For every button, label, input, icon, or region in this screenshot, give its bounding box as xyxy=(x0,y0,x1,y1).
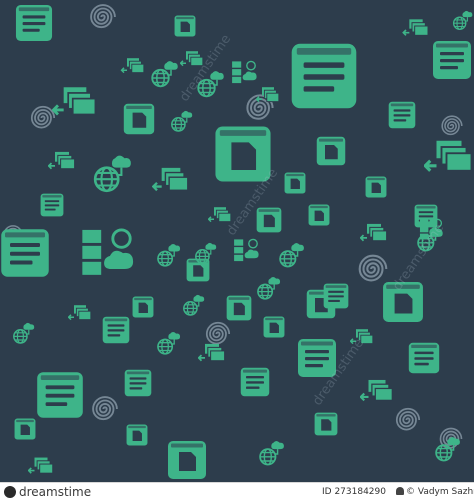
image-id: ID 273184290 xyxy=(322,487,386,497)
person-icon xyxy=(396,487,404,495)
author-credit: © Vadym Sazhniev xyxy=(396,486,474,498)
stock-photo: dreamstime dreamstime dreamstime dreamst… xyxy=(0,0,474,500)
credit-bar: dreamstime ID 273184290 © Vadym Sazhniev xyxy=(0,482,474,500)
author-name: © Vadym Sazhniev xyxy=(406,487,474,497)
brand-logo: dreamstime xyxy=(4,484,91,500)
brand-name: dreamstime xyxy=(19,485,92,499)
swirl-icon xyxy=(4,486,16,498)
seamless-icon-pattern xyxy=(1,4,474,479)
